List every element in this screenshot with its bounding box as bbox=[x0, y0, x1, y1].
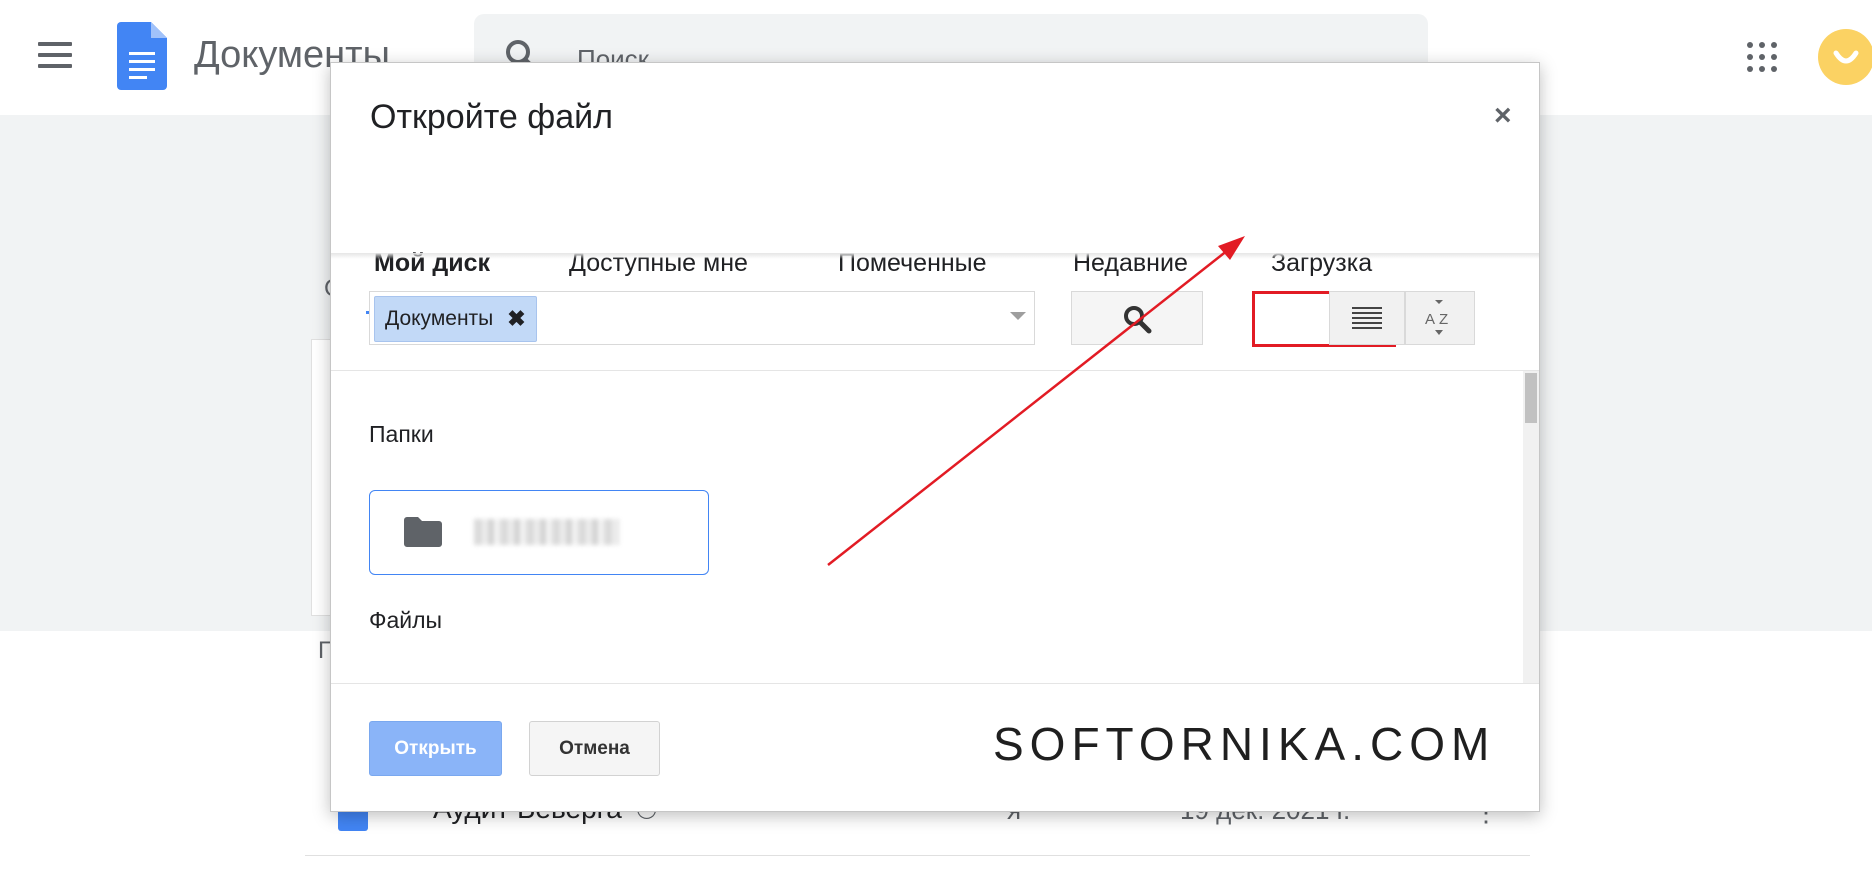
list-view-icon bbox=[1352, 307, 1382, 329]
list-view-button[interactable] bbox=[1329, 291, 1405, 345]
docs-logo-icon[interactable] bbox=[117, 22, 167, 90]
tabs-divider bbox=[331, 253, 1539, 259]
files-heading: Файлы bbox=[369, 607, 443, 633]
cancel-button[interactable]: Отмена bbox=[529, 721, 660, 776]
search-button[interactable] bbox=[1071, 291, 1203, 345]
open-file-dialog: Откройте файл × Мой диск Доступные мне П… bbox=[330, 62, 1540, 812]
menu-icon[interactable] bbox=[38, 42, 72, 68]
filter-chip-label: Документы bbox=[385, 307, 494, 330]
folder-item[interactable] bbox=[369, 490, 709, 575]
scrollbar[interactable] bbox=[1523, 371, 1539, 683]
sort-az-icon: A Z bbox=[1425, 300, 1448, 335]
open-button[interactable]: Открыть bbox=[369, 721, 502, 776]
close-icon[interactable]: × bbox=[1494, 99, 1512, 133]
folder-name-blurred bbox=[474, 519, 619, 545]
search-icon bbox=[1124, 306, 1152, 334]
svg-text:Z: Z bbox=[1439, 311, 1448, 328]
remove-chip-icon[interactable]: ✖ bbox=[507, 306, 525, 332]
folder-icon bbox=[404, 517, 442, 547]
svg-text:A: A bbox=[1425, 311, 1435, 328]
sort-button[interactable]: A Z bbox=[1405, 291, 1475, 345]
dialog-title: Откройте файл bbox=[370, 98, 613, 136]
scrollbar-thumb[interactable] bbox=[1525, 373, 1537, 423]
footer-divider bbox=[331, 683, 1539, 684]
watermark: SOFTORNIKA.COM bbox=[993, 718, 1496, 770]
folders-heading: Папки bbox=[369, 421, 434, 447]
avatar[interactable] bbox=[1818, 29, 1872, 85]
dropdown-arrow-icon[interactable] bbox=[1010, 312, 1026, 320]
filter-field[interactable]: Документы ✖ bbox=[369, 291, 1035, 345]
file-browser: Папки Файлы bbox=[331, 371, 1523, 683]
apps-icon[interactable] bbox=[1747, 42, 1777, 72]
filter-chip: Документы ✖ bbox=[374, 296, 537, 342]
